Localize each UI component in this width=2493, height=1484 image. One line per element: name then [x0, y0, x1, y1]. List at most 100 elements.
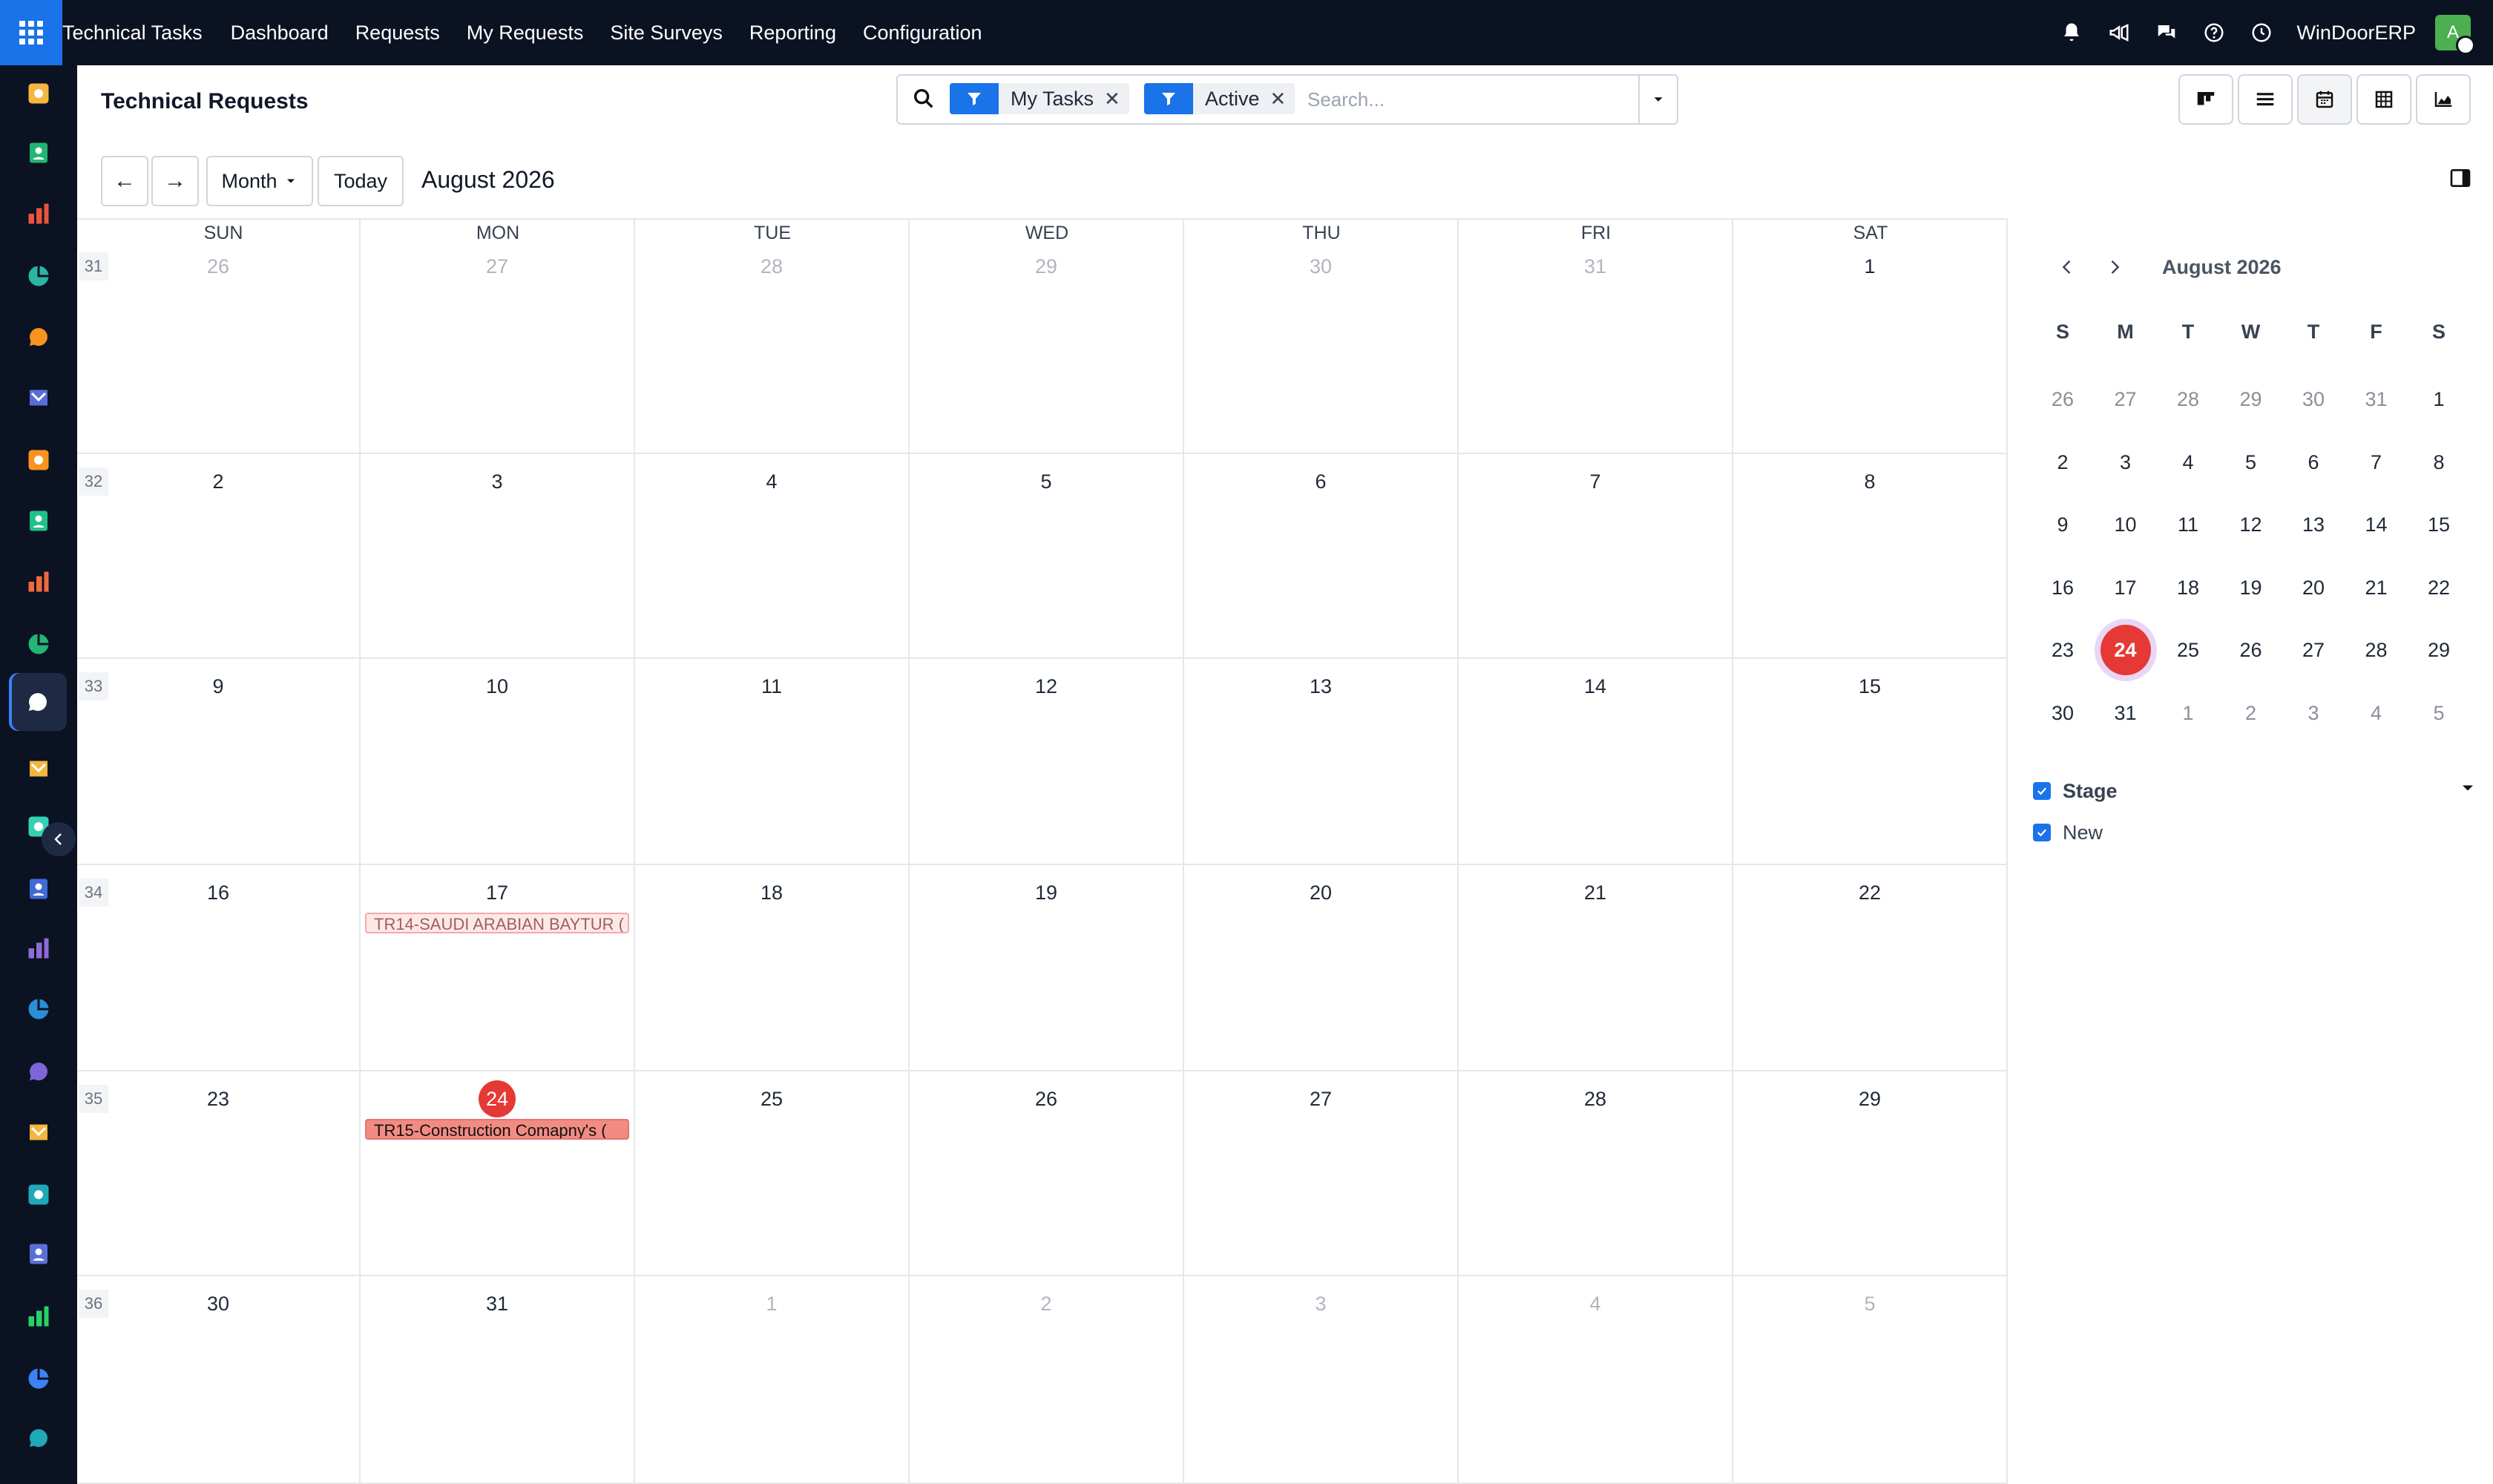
day-cell[interactable]: 27: [1184, 1071, 1459, 1276]
mini-day[interactable]: 18: [2157, 556, 2219, 619]
clock-icon[interactable]: [2249, 20, 2274, 45]
day-cell[interactable]: 30: [1184, 218, 1459, 454]
mini-today[interactable]: 24: [2095, 619, 2157, 681]
day-cell[interactable]: 3: [1184, 1276, 1459, 1484]
mini-day[interactable]: 21: [2345, 556, 2408, 619]
day-cell[interactable]: 30 36: [77, 1276, 361, 1484]
calendar-app-icon[interactable]: [16, 1110, 61, 1155]
user-avatar[interactable]: A: [2435, 15, 2475, 55]
bell-icon[interactable]: [2059, 20, 2084, 45]
menu-reporting[interactable]: Reporting: [749, 22, 836, 45]
day-cell[interactable]: 6: [1184, 454, 1459, 659]
day-cell[interactable]: 2: [910, 1276, 1184, 1484]
kanban-view-button[interactable]: [2178, 74, 2233, 125]
apps-menu-button[interactable]: [0, 0, 62, 65]
mini-day[interactable]: 6: [2282, 431, 2345, 493]
mini-day[interactable]: 8: [2408, 431, 2470, 493]
mini-day[interactable]: 28: [2157, 368, 2219, 430]
caret-down-icon[interactable]: [2457, 778, 2478, 798]
team-app-icon[interactable]: [16, 1049, 61, 1094]
mini-day[interactable]: 26: [2220, 619, 2282, 681]
website-app-icon[interactable]: [16, 1416, 61, 1460]
calendar-event[interactable]: TR14-SAUDI ARABIAN BAYTUR (: [365, 913, 629, 933]
mini-day[interactable]: 31: [2345, 368, 2408, 430]
day-cell[interactable]: 22: [1733, 865, 2008, 1071]
sign-app-icon[interactable]: [16, 1172, 61, 1217]
day-cell[interactable]: 8: [1733, 454, 2008, 659]
previous-period-button[interactable]: ←: [101, 156, 148, 206]
mini-day[interactable]: 3: [2282, 682, 2345, 744]
day-cell[interactable]: 11: [635, 659, 910, 865]
day-cell[interactable]: 1: [1733, 218, 2008, 454]
mini-day[interactable]: 9: [2031, 493, 2094, 556]
day-cell[interactable]: 24 TR15-Construction Comapny's (: [361, 1071, 635, 1276]
dashboards-app-icon[interactable]: [16, 1232, 61, 1276]
chat-app-icon[interactable]: [16, 438, 61, 482]
pivot-view-button[interactable]: [2356, 74, 2411, 125]
clock-app-icon[interactable]: [16, 1356, 61, 1401]
menu-configuration[interactable]: Configuration: [863, 22, 982, 45]
mini-day[interactable]: 7: [2345, 431, 2408, 493]
day-cell[interactable]: 15: [1733, 659, 2008, 865]
mini-day[interactable]: 29: [2220, 368, 2282, 430]
day-cell[interactable]: 26: [910, 1071, 1184, 1276]
day-cell[interactable]: 23 35: [77, 1071, 361, 1276]
mini-day[interactable]: 5: [2220, 431, 2282, 493]
mini-day[interactable]: 5: [2408, 682, 2470, 744]
search-icon[interactable]: [911, 86, 936, 111]
mini-day[interactable]: 2: [2220, 682, 2282, 744]
app-brand[interactable]: Technical Tasks: [62, 22, 203, 45]
day-cell[interactable]: 3: [361, 454, 635, 659]
day-cell[interactable]: 28: [1459, 1071, 1733, 1276]
pie-app-icon[interactable]: [16, 254, 61, 298]
mini-day[interactable]: 13: [2282, 493, 2345, 556]
tasks-app-icon[interactable]: [16, 71, 61, 116]
collapse-rail-button[interactable]: [42, 822, 76, 856]
mini-day[interactable]: 23: [2031, 619, 2094, 681]
mini-day[interactable]: 19: [2220, 556, 2282, 619]
filter-item-new[interactable]: New: [2033, 818, 2103, 847]
day-cell[interactable]: 4: [1459, 1276, 1733, 1484]
technical-app-icon[interactable]: [9, 673, 67, 731]
search-input[interactable]: [1306, 83, 1606, 116]
menu-dashboard[interactable]: Dashboard: [231, 22, 329, 45]
toggle-sidepanel-icon[interactable]: [2448, 166, 2472, 190]
day-cell[interactable]: 20: [1184, 865, 1459, 1071]
mini-day[interactable]: 20: [2282, 556, 2345, 619]
mini-prev-button[interactable]: [2052, 252, 2082, 282]
day-cell[interactable]: 29: [910, 218, 1184, 454]
mail-app-icon[interactable]: [16, 375, 61, 420]
today-button[interactable]: Today: [318, 156, 404, 206]
day-cell[interactable]: 7: [1459, 454, 1733, 659]
mini-day[interactable]: 30: [2031, 682, 2094, 744]
mini-day[interactable]: 30: [2282, 368, 2345, 430]
day-cell[interactable]: 31: [1459, 218, 1733, 454]
invoicing-app-icon[interactable]: [16, 987, 61, 1031]
contacts-app-icon[interactable]: [16, 131, 61, 175]
mini-day[interactable]: 1: [2408, 368, 2470, 430]
discuss-app-icon[interactable]: [16, 315, 61, 359]
search-options-toggle[interactable]: [1638, 76, 1677, 123]
day-cell[interactable]: 4: [635, 454, 910, 659]
mini-day[interactable]: 31: [2095, 682, 2157, 744]
company-switcher[interactable]: WinDoorERP: [2296, 22, 2416, 45]
mini-day[interactable]: 26: [2031, 368, 2094, 430]
day-cell[interactable]: 12: [910, 659, 1184, 865]
day-cell[interactable]: 28: [635, 218, 910, 454]
day-cell[interactable]: 13: [1184, 659, 1459, 865]
mini-next-button[interactable]: [2100, 252, 2129, 282]
calendar-event[interactable]: TR15-Construction Comapny's (: [365, 1119, 629, 1140]
mini-day[interactable]: 27: [2282, 619, 2345, 681]
scale-dropdown[interactable]: Month: [206, 156, 313, 206]
check-app-icon[interactable]: [16, 499, 61, 543]
mini-day[interactable]: 22: [2408, 556, 2470, 619]
reporting-app-icon[interactable]: [16, 191, 61, 236]
day-cell[interactable]: 16 34: [77, 865, 361, 1071]
day-cell[interactable]: 14: [1459, 659, 1733, 865]
day-cell[interactable]: 25: [635, 1071, 910, 1276]
day-cell[interactable]: 1: [635, 1276, 910, 1484]
mini-day[interactable]: 14: [2345, 493, 2408, 556]
mini-day[interactable]: 17: [2095, 556, 2157, 619]
day-cell[interactable]: 26 31: [77, 218, 361, 454]
inventory-app-icon[interactable]: [16, 926, 61, 971]
